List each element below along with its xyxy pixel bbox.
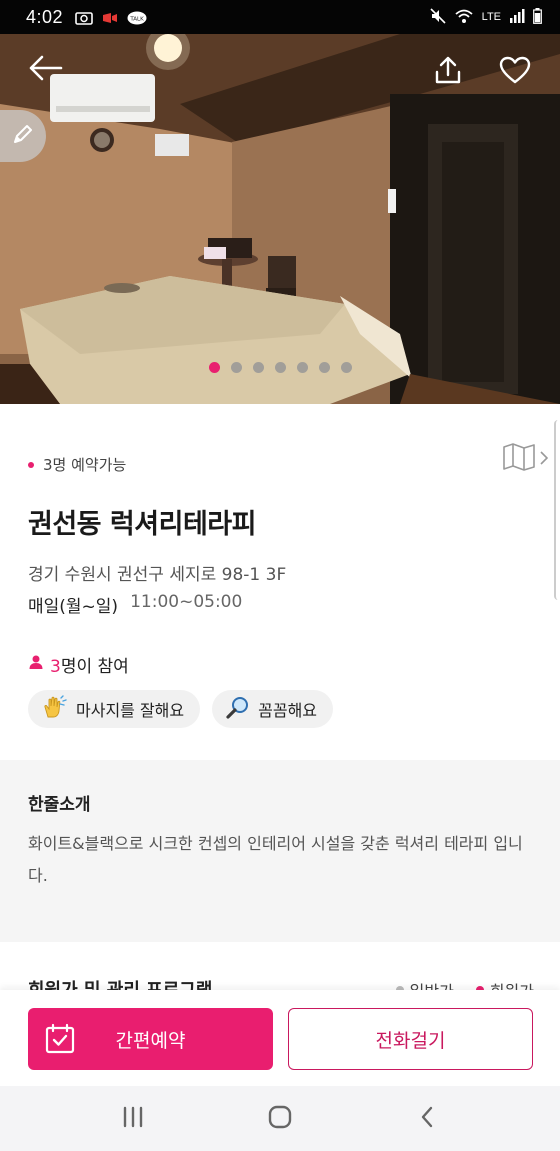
- youtube-icon: [101, 10, 119, 24]
- chevron-left-icon: [419, 1105, 435, 1133]
- business-hours: 매일(월~일) 11:00~05:00: [28, 592, 242, 617]
- signal-icon: [509, 8, 525, 26]
- back-nav-button[interactable]: [397, 1094, 457, 1144]
- svg-text:TALK: TALK: [129, 17, 144, 23]
- share-button[interactable]: [426, 50, 470, 94]
- carousel-dot[interactable]: [252, 362, 264, 373]
- shop-name: 권선동 럭셔리테라피: [28, 509, 256, 540]
- calendar-check-icon: [44, 1023, 76, 1060]
- home-button[interactable]: [250, 1094, 310, 1144]
- image-icon: [75, 10, 93, 25]
- map-icon: [502, 442, 536, 476]
- call-label: 전화걸기: [375, 1029, 446, 1052]
- intro-title: 한줄소개: [28, 795, 91, 815]
- system-nav-bar: [0, 1086, 560, 1151]
- status-time: 4:02: [26, 6, 64, 27]
- carousel-dot[interactable]: [274, 362, 286, 373]
- lte-icon: LTE: [481, 11, 501, 23]
- recent-apps-button[interactable]: [103, 1094, 163, 1144]
- participants-row: 3명이 참여: [28, 652, 129, 677]
- call-button[interactable]: 전화걸기: [288, 1008, 533, 1070]
- participants-count: 3: [50, 657, 61, 677]
- mute-icon: [430, 7, 446, 27]
- kakaotalk-icon: TALK: [127, 10, 147, 25]
- person-icon: [28, 654, 44, 675]
- review-tag[interactable]: 꼼꼼해요: [212, 690, 334, 728]
- hero-image[interactable]: [0, 34, 560, 404]
- carousel-dot[interactable]: [340, 362, 352, 373]
- action-bar: 간편예약 전화걸기: [0, 990, 560, 1086]
- back-arrow-icon: [28, 54, 64, 86]
- map-button[interactable]: [502, 442, 549, 476]
- review-tag-label: 꼼꼼해요: [258, 701, 318, 720]
- room-photo: [0, 34, 560, 404]
- heart-icon: [499, 56, 531, 88]
- intro-text: 화이트&블랙으로 시크한 컨셉의 인테리어 시설을 갖춘 럭셔리 테라피 입니다…: [28, 834, 523, 885]
- pencil-icon: [11, 122, 35, 150]
- carousel-dot[interactable]: [296, 362, 308, 373]
- carousel-indicator: [0, 362, 560, 373]
- recent-apps-icon: [121, 1106, 145, 1132]
- shop-info-section: 3명 예약가능 권선동 럭셔리테라피 경기 수원시 권선구 세지로 98-1 3…: [0, 404, 560, 758]
- back-button[interactable]: [24, 48, 68, 92]
- availability-text: 3명 예약가능: [43, 456, 127, 474]
- favorite-button[interactable]: [493, 50, 537, 94]
- battery-icon: [533, 7, 542, 27]
- intro-section: 한줄소개 화이트&블랙으로 시크한 컨셉의 인테리어 시설을 갖춘 럭셔리 테라…: [0, 760, 560, 942]
- shop-address: 경기 수원시 권선구 세지로 98-1 3F: [28, 565, 287, 585]
- carousel-dot[interactable]: [230, 362, 242, 373]
- review-tag[interactable]: 마사지를 잘해요: [28, 690, 201, 728]
- home-icon: [267, 1104, 293, 1134]
- quick-reserve-label: 간편예약: [115, 1029, 186, 1052]
- review-tag-label: 마사지를 잘해요: [76, 701, 185, 720]
- hours-time: 11:00~05:00: [130, 592, 243, 612]
- carousel-dot[interactable]: [318, 362, 330, 373]
- share-icon: [434, 55, 462, 89]
- scrollbar[interactable]: [554, 420, 560, 600]
- wifi-icon: [454, 8, 474, 27]
- carousel-dot-active[interactable]: [208, 362, 220, 373]
- review-tags: 마사지를 잘해요 꼼꼼해요: [28, 690, 334, 728]
- participants-label: 명이 참여: [60, 657, 129, 677]
- hours-days: 매일(월~일): [28, 597, 119, 617]
- status-bar: 4:02 TALK LTE: [0, 0, 560, 34]
- clapping-hands-icon: [42, 695, 68, 723]
- chevron-right-icon: [540, 450, 549, 469]
- magnifier-icon: [226, 695, 250, 723]
- availability-dot-icon: [28, 461, 34, 468]
- availability-row: 3명 예약가능: [28, 454, 126, 475]
- quick-reserve-button[interactable]: 간편예약: [28, 1008, 273, 1070]
